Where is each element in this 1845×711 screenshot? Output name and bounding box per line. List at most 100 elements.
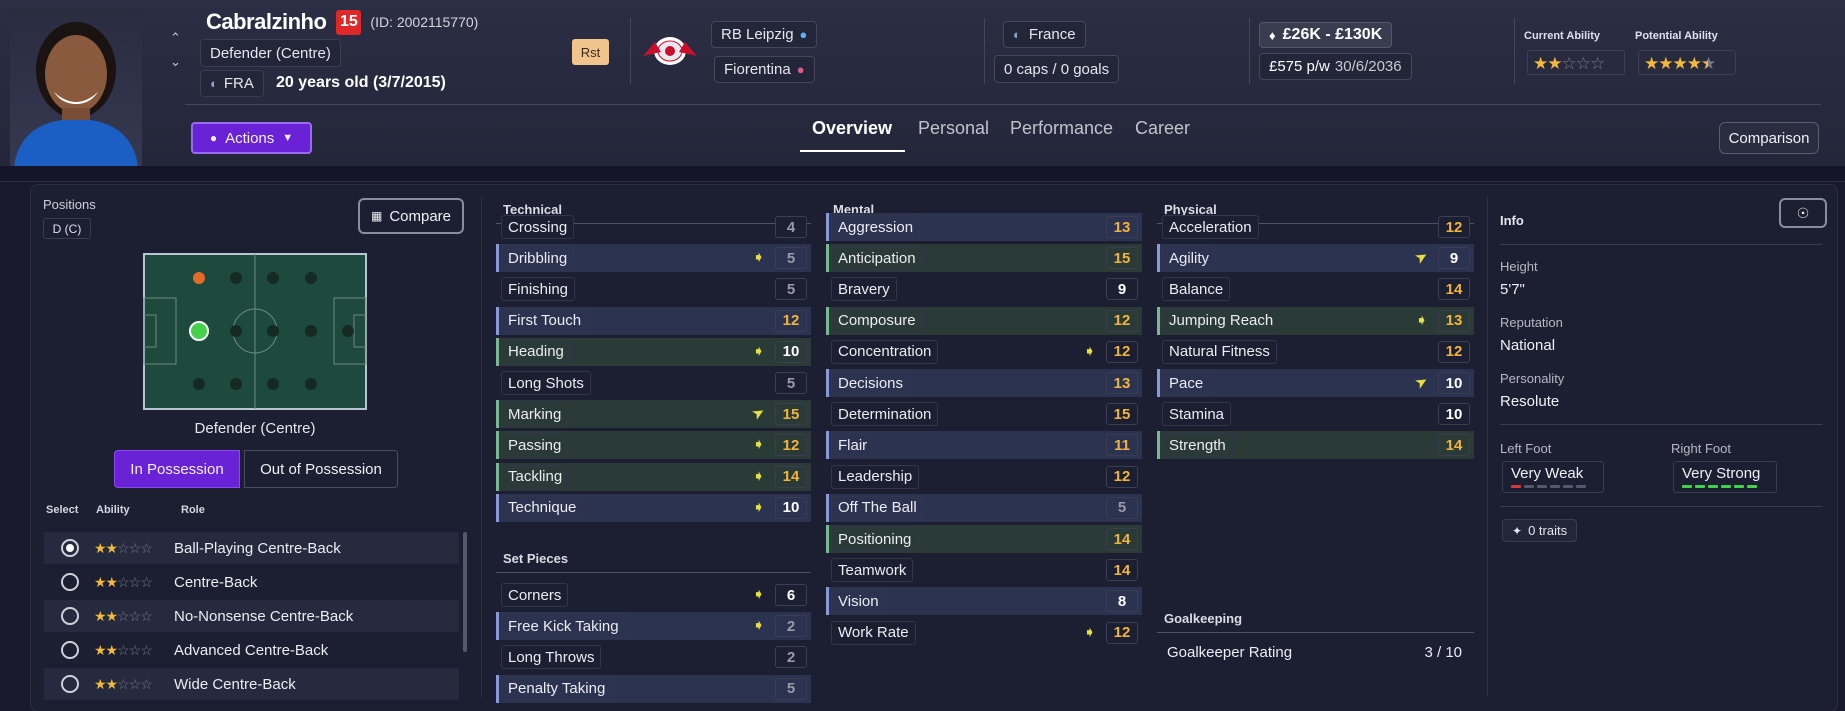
attribute-name: Marking (501, 402, 569, 427)
trend-down-icon: ➧ (1415, 311, 1428, 329)
chevron-down-icon[interactable]: ⌄ (170, 54, 181, 70)
trend-down-icon: ➧ (752, 249, 765, 267)
attribute-row[interactable]: Vision 8 (826, 587, 1142, 616)
chevron-up-icon[interactable]: ⌃ (170, 30, 181, 46)
attribute-row[interactable]: Anticipation 15 (826, 244, 1142, 273)
role-radio[interactable] (61, 675, 79, 693)
pitch-caption: Defender (Centre) (194, 420, 316, 437)
attribute-row[interactable]: Pace ➤ 10 (1157, 369, 1474, 397)
squad-number-badge: 15 (336, 9, 362, 35)
highlight-bar (826, 431, 829, 460)
attribute-row[interactable]: Determination 15 (826, 400, 1142, 428)
actions-button[interactable]: ● Actions ▼ (191, 122, 312, 154)
attribute-row[interactable]: Penalty Taking 5 (496, 674, 811, 703)
attribute-row[interactable]: Natural Fitness 12 (1157, 338, 1474, 366)
role-radio[interactable] (61, 573, 79, 591)
attribute-name: Aggression (831, 215, 921, 239)
role-row[interactable]: ★★☆☆☆ Ball-Playing Centre-Back (44, 532, 459, 564)
attribute-name: Concentration (831, 339, 939, 364)
attribute-value: 5 (775, 372, 807, 394)
attribute-row[interactable]: Long Shots 5 (496, 369, 811, 397)
comparison-button[interactable]: Comparison (1719, 122, 1819, 154)
left-foot-value: Very Weak (1511, 465, 1584, 482)
traits-button[interactable]: ✦ 0 traits (1502, 519, 1578, 542)
role-row[interactable]: ★★☆☆☆ No-Nonsense Centre-Back (44, 600, 459, 632)
foot-meter-segment (1721, 485, 1731, 488)
attribute-row[interactable]: Stamina 10 (1157, 400, 1474, 428)
attribute-value: 12 (1106, 621, 1138, 644)
national-team-chip[interactable]: ◐ France (1003, 21, 1086, 48)
attribute-row[interactable]: Jumping Reach ➧ 13 (1157, 306, 1474, 335)
highlight-bar (496, 462, 499, 491)
attribute-value: 15 (1106, 403, 1138, 426)
attribute-name: Teamwork (831, 558, 914, 583)
attribute-row[interactable]: Leadership 12 (826, 463, 1142, 491)
attribute-row[interactable]: Corners ➧ 6 (496, 581, 811, 609)
attribute-name: Positioning (831, 527, 919, 551)
attribute-row[interactable]: Heading ➧ 10 (496, 337, 811, 366)
section-set-pieces: Set Pieces (496, 551, 811, 573)
loan-club-chip[interactable]: Fiorentina ● (714, 56, 815, 83)
role-row[interactable]: ★★☆☆☆ Wide Centre-Back (44, 668, 459, 700)
tab-personal[interactable]: Personal (918, 118, 989, 139)
attribute-row[interactable]: Positioning 14 (826, 525, 1142, 553)
tab-career[interactable]: Career (1135, 118, 1190, 139)
attribute-row[interactable]: Finishing 5 (496, 275, 811, 303)
attribute-row[interactable]: Technique ➧ 10 (496, 493, 811, 522)
role-row[interactable]: ★★☆☆☆ Centre-Back (44, 566, 459, 598)
compare-label: Compare (389, 207, 452, 225)
attribute-row[interactable]: Acceleration 12 (1157, 213, 1474, 241)
attribute-name: Decisions (831, 371, 911, 395)
highlight-bar (496, 244, 499, 273)
info-divider (1500, 244, 1822, 245)
attribute-row[interactable]: Free Kick Taking ➧ 2 (496, 612, 811, 641)
attribute-row[interactable]: Crossing 4 (496, 213, 811, 241)
attribute-row[interactable]: First Touch 12 (496, 306, 811, 335)
attribute-name: Heading (501, 339, 571, 364)
tab-performance[interactable]: Performance (1010, 118, 1113, 139)
attribute-value: 8 (1106, 590, 1138, 613)
attribute-row[interactable]: Balance 14 (1157, 275, 1474, 303)
attribute-value: 10 (1438, 372, 1470, 394)
attribute-row[interactable]: Work Rate ➧ 12 (826, 619, 1142, 647)
attribute-row[interactable]: Bravery 9 (826, 275, 1142, 303)
info-settings-button[interactable]: ☉ (1779, 198, 1827, 228)
role-radio[interactable] (61, 641, 79, 659)
attribute-value: 12 (1106, 465, 1138, 488)
role-row[interactable]: ★★☆☆☆ Advanced Centre-Back (44, 634, 459, 666)
attribute-row[interactable]: Teamwork 14 (826, 556, 1142, 584)
attribute-row[interactable]: Concentration ➧ 12 (826, 338, 1142, 366)
attribute-row[interactable]: Off The Ball 5 (826, 493, 1142, 522)
out-of-possession-toggle[interactable]: Out of Possession (244, 450, 398, 488)
attribute-row[interactable]: Dribbling ➧ 5 (496, 244, 811, 273)
transfer-value-chip[interactable]: ♦ £26K - £130K (1259, 22, 1393, 48)
attribute-row[interactable]: Aggression 13 (826, 213, 1142, 241)
tab-overview[interactable]: Overview (812, 118, 892, 139)
attribute-row[interactable]: Passing ➧ 12 (496, 431, 811, 460)
traits-count: 0 traits (1528, 523, 1568, 538)
column-divider (481, 197, 482, 697)
attribute-value: 5 (775, 247, 807, 270)
parent-club-name: RB Leipzig (721, 26, 794, 43)
attribute-name: First Touch (501, 308, 589, 333)
parent-club-chip[interactable]: RB Leipzig ● (711, 21, 818, 48)
roles-scrollbar[interactable] (463, 532, 467, 652)
attribute-name: Free Kick Taking (501, 614, 626, 639)
attribute-row[interactable]: Agility ➤ 9 (1157, 244, 1474, 273)
attribute-row[interactable]: Long Throws 2 (496, 643, 811, 671)
in-possession-toggle[interactable]: In Possession (114, 450, 240, 488)
highlight-bar (826, 244, 829, 273)
attribute-name: Long Throws (501, 645, 602, 670)
attribute-row[interactable]: Composure 12 (826, 306, 1142, 335)
attribute-name: Tackling (501, 464, 570, 489)
role-radio[interactable] (61, 607, 79, 625)
role-radio[interactable] (61, 539, 79, 557)
attribute-name: Dribbling (501, 246, 575, 271)
attribute-row[interactable]: Decisions 13 (826, 369, 1142, 397)
attribute-row[interactable]: Flair 11 (826, 431, 1142, 460)
compare-button[interactable]: ▦ Compare (358, 198, 464, 234)
attribute-row[interactable]: Tackling ➧ 14 (496, 462, 811, 491)
foot-meter-segment (1511, 485, 1521, 488)
attribute-row[interactable]: Strength 14 (1157, 431, 1474, 460)
attribute-row[interactable]: Marking ➤ 15 (496, 400, 811, 429)
